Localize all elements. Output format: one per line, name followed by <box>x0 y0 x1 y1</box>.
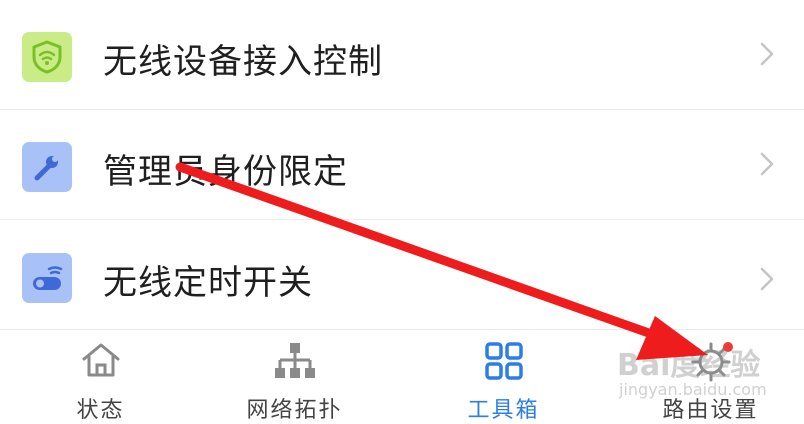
tab-toolbox[interactable]: 工具箱 <box>403 330 604 423</box>
grid-icon <box>484 342 523 380</box>
list-item-admin-identity[interactable]: 管理员身份限定 <box>0 110 804 220</box>
bottom-tab-bar: 状态 网络拓扑 工具箱 路由设置 <box>0 330 804 423</box>
list-item-label: 管理员身份限定 <box>103 152 348 192</box>
tab-router-settings[interactable]: 路由设置 <box>610 330 804 423</box>
list-item-wireless-timer[interactable]: 无线定时开关 <box>0 220 804 330</box>
wifi-toggle-icon <box>22 253 72 303</box>
notification-dot <box>723 342 733 352</box>
chevron-right-icon <box>760 267 774 291</box>
wifi-shield-icon <box>22 32 72 82</box>
wrench-icon <box>22 142 72 192</box>
tab-network-topology[interactable]: 网络拓扑 <box>194 330 395 423</box>
tab-label: 状态 <box>76 398 125 423</box>
list-item-label: 无线设备接入控制 <box>103 42 383 82</box>
tab-status[interactable]: 状态 <box>0 330 201 423</box>
chevron-right-icon <box>760 42 774 66</box>
tab-label: 网络拓扑 <box>246 398 343 423</box>
list-item-wireless-access-control[interactable]: 无线设备接入控制 <box>0 0 804 110</box>
tab-label: 工具箱 <box>467 398 540 423</box>
list-item-label: 无线定时开关 <box>103 263 313 303</box>
chevron-right-icon <box>760 152 774 176</box>
home-icon <box>82 343 119 377</box>
tab-label: 路由设置 <box>662 398 759 423</box>
topology-icon <box>274 343 315 378</box>
